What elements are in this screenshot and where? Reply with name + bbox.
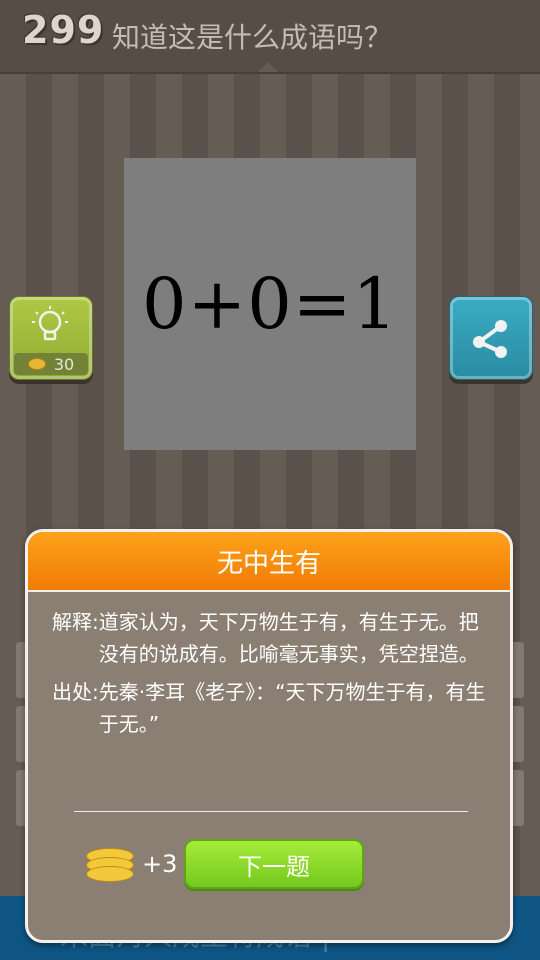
explanation-text: 道家认为，天下万物生于有，有生于无。把没有的说成有。比喻毫无事实，凭空捏造。 [98,610,479,666]
reward-amount: +3 [142,850,178,878]
source-label: 出处: [52,680,99,704]
coin-reward: +3 [86,846,177,882]
explanation-label: 解释: [52,610,99,634]
dialog-body: 解释: 道家认为，天下万物生于有，有生于无。把没有的说成有。比喻毫无事实，凭空捏… [52,606,492,746]
dialog-divider [74,811,468,812]
answer-dialog: 无中生有 解释: 道家认为，天下万物生于有，有生于无。把没有的说成有。比喻毫无事… [25,529,513,943]
next-question-button[interactable]: 下一题 [184,839,364,889]
source-text: 先秦·李耳《老子》：“天下万物生于有，有生于无。” [98,680,486,736]
dialog-title: 无中生有 [28,532,510,592]
coin-stack-icon [86,846,134,882]
source-row: 出处: 先秦·李耳《老子》：“天下万物生于有，有生于无。” [52,676,492,740]
explanation-row: 解释: 道家认为，天下万物生于有，有生于无。把没有的说成有。比喻毫无事实，凭空捏… [52,606,492,670]
